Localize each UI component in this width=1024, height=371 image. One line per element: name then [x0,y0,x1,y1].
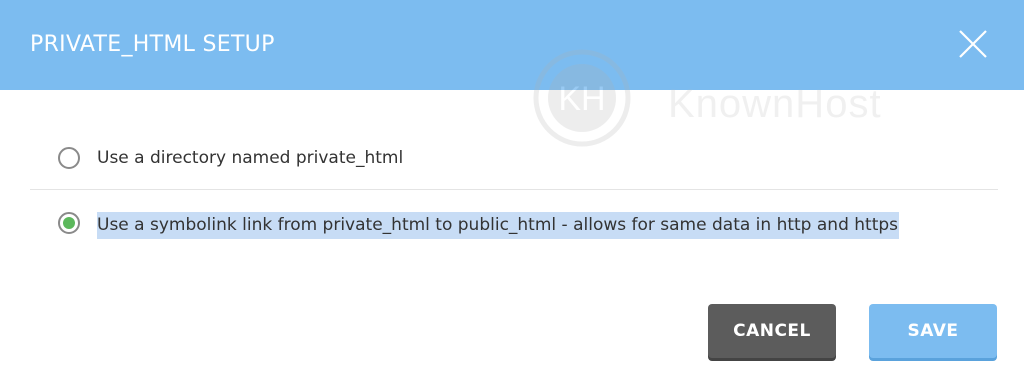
cancel-button[interactable]: CANCEL [708,304,836,358]
radio-private-directory[interactable] [58,147,80,169]
option-symbolic-link-label: Use a symbolink link from private_html t… [97,212,900,239]
radio-symbolic-link[interactable] [58,212,80,234]
close-icon [959,30,987,58]
close-button[interactable] [957,28,989,60]
private-html-setup-dialog: PRIVATE_HTML SETUP KH KnownHost Use a di… [0,0,1024,371]
save-button[interactable]: SAVE [869,304,997,358]
options-divider [30,189,998,190]
dialog-header: PRIVATE_HTML SETUP [0,0,1024,90]
option-symbolic-link[interactable]: Use a symbolink link from private_html t… [0,204,1024,244]
dialog-title: PRIVATE_HTML SETUP [30,32,275,57]
option-private-directory[interactable]: Use a directory named private_html [0,140,1024,180]
option-private-directory-label: Use a directory named private_html [97,148,404,168]
radio-selected-dot [63,217,75,229]
